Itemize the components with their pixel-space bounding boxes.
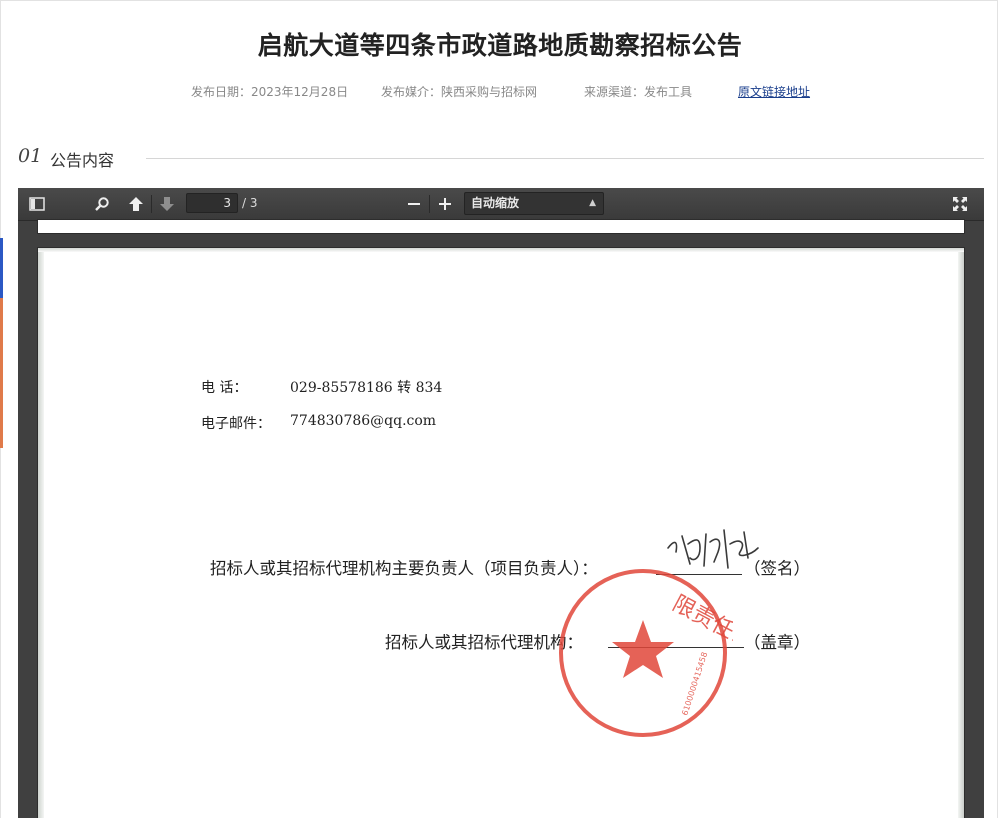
email-label: 电子邮件： (201, 416, 271, 432)
section-number: 01 (18, 145, 43, 167)
meta-info-bar: 发布日期：2023年12月28日 发布媒介：陕西采购与招标网 来源渠道：发布工具… (0, 83, 1000, 99)
agency-suffix: （盖章） (744, 633, 810, 652)
pdf-viewer: 3 / 3 自动缩放 ▲▼ (18, 188, 984, 818)
page-number-input[interactable]: 3 (186, 193, 238, 213)
zoom-out-button[interactable] (402, 192, 426, 216)
original-link[interactable]: 原文链接地址 (738, 83, 810, 100)
scan-edge (38, 248, 964, 252)
zoom-select-value: 自动缩放 (471, 196, 520, 210)
publish-date: 发布日期：2023年12月28日 (191, 85, 349, 99)
handwritten-signature (667, 529, 759, 569)
publish-media: 发布媒介：陕西采购与招标网 (381, 85, 538, 99)
zoom-out-icon (408, 203, 420, 205)
phone-value: 029-85578186 转 834 (290, 380, 443, 396)
toolbar-separator (429, 195, 430, 213)
sidebar-toggle-button[interactable] (25, 192, 49, 216)
search-icon (95, 197, 109, 211)
next-page-icon (160, 197, 174, 211)
previous-page-icon (129, 197, 143, 211)
email-value: 774830786@qq.com (290, 413, 437, 429)
next-page-button[interactable] (155, 192, 179, 216)
sidebar-toggle-icon (29, 197, 45, 211)
scan-edge (38, 248, 44, 818)
previous-page-button[interactable] (124, 192, 148, 216)
company-seal: 限责任公司 6100000415458 (559, 569, 733, 737)
page-title: 启航大道等四条市政道路地质勘察招标公告 (257, 31, 743, 60)
zoom-in-icon (439, 198, 451, 210)
toolbar-separator (151, 195, 152, 213)
section-title: 公告内容 (50, 151, 115, 170)
previous-page-preview (38, 220, 964, 233)
pdf-toolbar: 3 / 3 自动缩放 ▲▼ (18, 188, 984, 229)
scan-edge (958, 248, 964, 818)
find-button[interactable] (90, 192, 114, 216)
zoom-in-button[interactable] (433, 192, 457, 216)
page-count: / 3 (242, 196, 258, 210)
edge-decoration (0, 298, 3, 448)
phone-label: 电 话： (201, 380, 248, 396)
pdf-page: 电 话： 029-85578186 转 834 电子邮件： 774830786@… (38, 248, 964, 818)
section-divider (146, 158, 984, 159)
fullscreen-icon (953, 197, 967, 211)
fullscreen-button[interactable] (948, 192, 972, 216)
zoom-select[interactable]: 自动缩放 ▲▼ (464, 192, 604, 229)
edge-decoration (0, 238, 3, 298)
signer-label: 招标人或其招标代理机构主要负责人（项目负责人）： (210, 559, 598, 578)
source-channel: 来源渠道：发布工具 (584, 85, 693, 99)
